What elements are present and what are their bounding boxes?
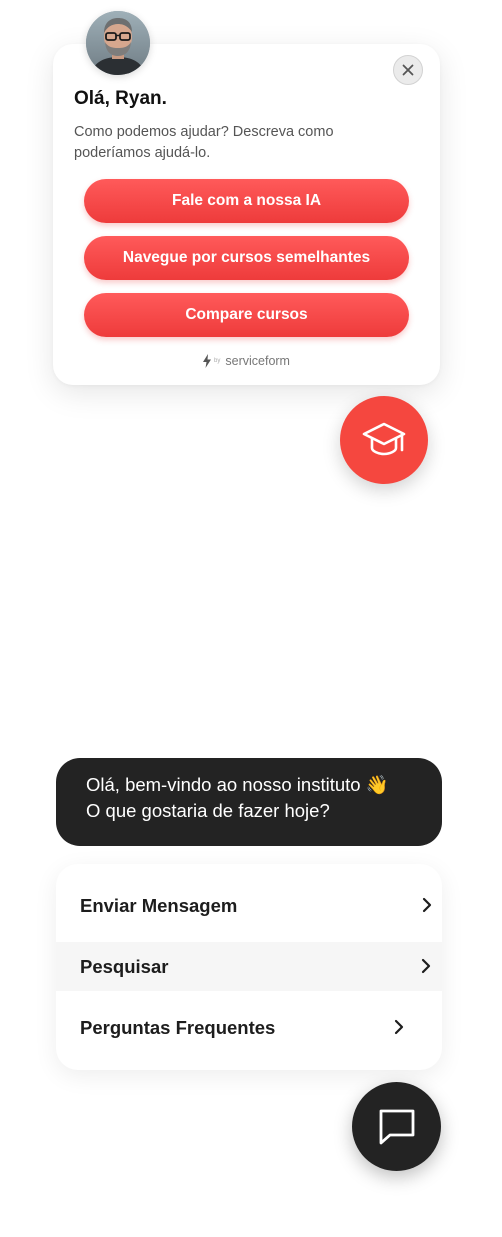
chevron-right-icon <box>422 897 432 913</box>
close-button[interactable] <box>393 55 423 85</box>
avatar <box>86 11 150 75</box>
close-icon <box>402 64 414 76</box>
menu-item-faq[interactable]: Perguntas Frequentes <box>56 1003 442 1052</box>
greeting-title: Olá, Ryan. <box>74 88 167 109</box>
powered-by[interactable]: by serviceform <box>53 354 440 368</box>
chat-bubble-icon <box>379 1109 414 1144</box>
assistant-card: Olá, Ryan. Como podemos ajudar? Descreva… <box>53 44 440 385</box>
bolt-icon <box>203 354 212 368</box>
chevron-right-icon <box>394 1019 404 1035</box>
menu-item-label: Pesquisar <box>80 956 169 977</box>
greeting-subtitle: Como podemos ajudar? Descreva como poder… <box>74 124 334 161</box>
browse-similar-courses-button[interactable]: Navegue por cursos semelhantes <box>84 236 409 280</box>
welcome-message: Olá, bem-vindo ao nosso instituto 👋 O qu… <box>56 758 442 846</box>
serviceform-logo: serviceform <box>225 354 290 368</box>
menu-item-send-message[interactable]: Enviar Mensagem <box>56 881 442 930</box>
chat-launcher-button[interactable] <box>352 1082 441 1171</box>
compare-courses-button[interactable]: Compare cursos <box>84 293 409 337</box>
chat-menu: Enviar Mensagem Pesquisar Perguntas Freq… <box>56 864 442 1070</box>
course-assistant-launcher[interactable] <box>340 396 428 484</box>
menu-item-label: Perguntas Frequentes <box>80 1017 276 1038</box>
menu-item-label: Enviar Mensagem <box>80 895 238 916</box>
welcome-line-2: O que gostaria de fazer hoje? <box>86 800 330 821</box>
graduation-cap-icon <box>362 422 406 456</box>
menu-item-search[interactable]: Pesquisar <box>56 942 442 991</box>
chevron-right-icon <box>421 958 431 974</box>
talk-to-ai-button[interactable]: Fale com a nossa IA <box>84 179 409 223</box>
welcome-line-1: Olá, bem-vindo ao nosso instituto 👋 <box>86 774 389 795</box>
powered-by-prefix: by <box>214 358 221 364</box>
